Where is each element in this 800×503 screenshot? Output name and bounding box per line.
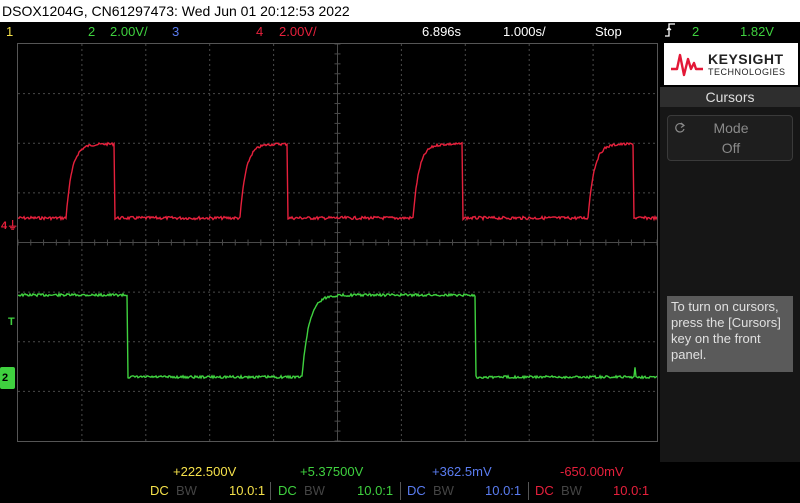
ch4-offset[interactable]: -650.00mV [560,464,624,479]
softkey-menu: Mode Off To turn on cursors, press the [… [660,107,800,503]
time-scale: 1.000s/ [503,24,546,39]
ground-icon: ⏚ [7,220,19,232]
trigger-level-marker[interactable]: T [7,316,16,328]
mode-softkey[interactable]: Mode Off [667,115,793,161]
brand-subtitle: TECHNOLOGIES [708,67,786,77]
separator [400,482,401,500]
keysight-wave-icon [671,53,703,77]
ch1-bw-limit: BW [176,483,197,498]
ch2-bw-limit: BW [304,483,325,498]
ch2-coupling: DC [278,483,297,498]
waveform-grid [18,44,657,441]
ch1-label[interactable]: 1 [6,22,13,41]
graticule [18,44,657,441]
mode-label: Mode [713,120,749,136]
ch4-probe: 10.0:1 [613,483,650,498]
keysight-logo: KEYSIGHT TECHNOLOGIES [664,43,798,85]
ch2-probe: 10.0:1 [357,483,394,498]
separator [270,482,271,500]
run-state[interactable]: Stop [595,22,622,41]
ch1-coupling: DC [150,483,169,498]
ch1-probe: 10.0:1 [229,483,266,498]
ch2-scale: 2.00V/ [110,24,148,39]
waveform-display[interactable] [17,43,658,442]
ch3-coupling: DC [407,483,426,498]
ch1-offset[interactable]: +222.500V [173,464,236,479]
ch4-scale: 2.00V/ [279,24,317,39]
title-bar: DSOX1204G, CN61297473: Wed Jun 01 20:12:… [0,0,800,22]
ch3-offset[interactable]: +362.5mV [432,464,492,479]
trigger-source: 2 [692,24,700,39]
ch2-label[interactable]: 2 [88,22,95,41]
status-bar: 1 2 2.00V/ 3 4 2.00V/ 6.896s 1.000s/ Sto… [0,22,800,41]
ch3-label[interactable]: 3 [172,22,179,41]
separator [528,482,529,500]
ch4-bw-limit: BW [561,483,582,498]
ch3-bw-limit: BW [433,483,454,498]
ch4-coupling: DC [535,483,554,498]
ch4-label[interactable]: 4 [256,22,263,41]
mode-value: Off [721,140,741,156]
ch3-probe: 10.0:1 [485,483,522,498]
ch2-offset[interactable]: +5.37500V [300,464,363,479]
menu-title: Cursors [660,87,800,107]
trigger-level: 1.82V [740,24,774,39]
ch4-ground-marker[interactable]: 4⏚ [0,220,19,232]
ch2-ground-marker[interactable]: 2 [0,367,15,389]
channel-info-bar: +222.500V +5.37500V +362.5mV -650.00mV D… [0,462,800,503]
brand-name: KEYSIGHT [708,51,784,67]
help-message: To turn on cursors, press the [Cursors] … [667,296,793,372]
trigger-edge-icon [664,22,676,43]
time-delay: 6.896s [422,24,462,39]
side-panel: KEYSIGHT TECHNOLOGIES Cursors Mode Off T… [660,43,800,503]
